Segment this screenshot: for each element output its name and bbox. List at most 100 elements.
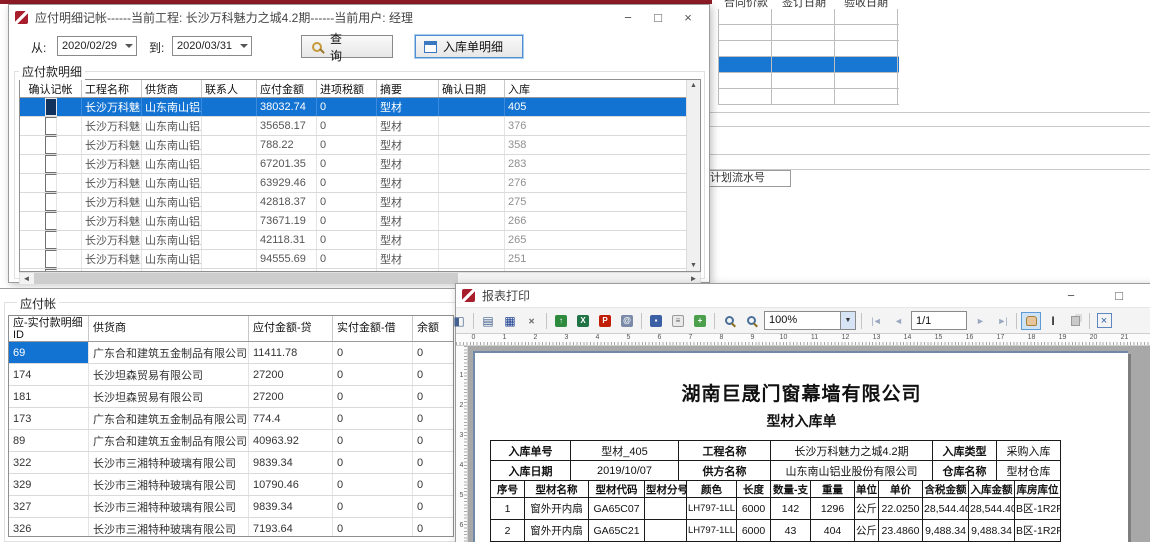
minimize-button[interactable]: − [1056, 288, 1086, 303]
scrollbar-thumb[interactable] [34, 273, 458, 284]
column-header[interactable]: 工程名称 [82, 80, 142, 97]
account-row[interactable]: 322 长沙市三湘特种玻璃有限公司 9839.34 0 0 [9, 452, 453, 474]
account-row[interactable]: 174 长沙坦森贸易有限公司 27200 0 0 [9, 364, 453, 386]
panel-toggle-icon[interactable]: ◧ [449, 312, 469, 330]
column-header: 验收日期 [844, 0, 888, 8]
chevron-down-icon: ▼ [840, 312, 855, 329]
payable-row[interactable]: 长沙万科魅力... 山东南山铝业... 35658.17 0 型材 376 [20, 117, 700, 136]
table-row[interactable] [718, 41, 899, 57]
hand-tool-icon[interactable] [1021, 312, 1041, 330]
confirm-checkbox[interactable] [45, 250, 57, 268]
pdf-export-icon[interactable]: P [595, 312, 615, 330]
account-row[interactable]: 326 长沙市三湘特种玻璃有限公司 7193.64 0 0 [9, 518, 453, 537]
account-row[interactable]: 329 长沙市三湘特种玻璃有限公司 10790.46 0 0 [9, 474, 453, 496]
copy-pages-icon[interactable] [1065, 312, 1085, 330]
confirm-checkbox[interactable] [45, 136, 57, 154]
page-number-input[interactable] [911, 311, 967, 330]
window-title: 应付明细记帐------当前工程: 长沙万科魅力之城4.2期------当前用户… [35, 9, 613, 26]
window-title: 报表打印 [482, 287, 1148, 304]
payable-row[interactable]: 长沙万科魅力... 山东南山铝业... 73671.19 0 型材 266 [20, 212, 700, 231]
account-row[interactable]: 327 长沙市三湘特种玻璃有限公司 9839.34 0 0 [9, 496, 453, 518]
column-header[interactable]: 联系人 [202, 80, 257, 97]
column-header[interactable]: 余额 [413, 316, 453, 341]
column-header[interactable]: 摘要 [377, 80, 439, 97]
close-preview-icon[interactable]: × [1094, 312, 1114, 330]
plan-serial-field[interactable]: 计划流水号 [703, 170, 791, 187]
from-date-combobox[interactable]: 2020/02/29 [57, 36, 137, 56]
account-row[interactable]: 69 广东合和建筑五金制品有限公司 11411.78 0 0 [9, 342, 453, 364]
print-icon[interactable]: ▤ [478, 312, 498, 330]
maximize-button[interactable]: □ [643, 10, 673, 25]
column-header[interactable]: 应付金额-贷 [249, 316, 333, 341]
payable-detail-window: 应付明细记帐------当前工程: 长沙万科魅力之城4.2期------当前用户… [8, 4, 710, 283]
email-icon[interactable]: @ [617, 312, 637, 330]
account-row[interactable]: 173 广东合和建筑五金制品有限公司 774.4 0 0 [9, 408, 453, 430]
page-setup-icon[interactable]: ▦ [500, 312, 520, 330]
column-header[interactable]: 应付金额 [257, 80, 317, 97]
chevron-down-icon [240, 44, 248, 52]
text-select-icon[interactable]: I [1043, 312, 1063, 330]
payable-row[interactable]: 长沙万科魅力... 山东南山铝业... 38032.74 0 型材 405 [20, 98, 700, 117]
maximize-button[interactable]: □ [1104, 288, 1134, 303]
confirm-checkbox[interactable] [45, 155, 57, 173]
first-page-button[interactable]: |◄ [866, 312, 886, 330]
next-page-button[interactable]: ► [970, 312, 990, 330]
table-row[interactable] [718, 89, 899, 105]
column-header[interactable]: 供货商 [142, 80, 202, 97]
app-icon [462, 289, 475, 302]
search-icon [312, 42, 322, 52]
preview-canvas[interactable]: 湖南巨晟门窗幕墙有限公司 型材入库单 入库单号型材_405 工程名称长沙万科魅力… [468, 346, 1150, 542]
payable-row[interactable]: 长沙万科魅力... 山东南山铝业... 42118.31 0 型材 265 [20, 231, 700, 250]
title-bar[interactable]: 报表打印 − □ × [456, 284, 1150, 308]
confirm-checkbox[interactable] [45, 98, 57, 116]
column-header[interactable]: 实付金额-借 [333, 316, 413, 341]
excel-export-icon[interactable]: X [573, 312, 593, 330]
column-header[interactable]: 供货商 [89, 316, 249, 341]
save-icon[interactable]: ▪ [646, 312, 666, 330]
settings-icon[interactable]: + [522, 312, 542, 330]
to-date-combobox[interactable]: 2020/03/31 [172, 36, 252, 56]
app-icon [15, 11, 28, 24]
column-header[interactable]: 入库 [505, 80, 700, 97]
confirm-checkbox[interactable] [45, 174, 57, 192]
query-button[interactable]: 查询 [301, 35, 393, 58]
table-row[interactable] [718, 9, 899, 25]
title-bar[interactable]: 应付明细记帐------当前工程: 长沙万科魅力之城4.2期------当前用户… [9, 5, 709, 29]
vertical-scrollbar[interactable]: ▲▼ [686, 80, 700, 271]
confirm-checkbox[interactable] [45, 231, 57, 249]
add-grid-icon[interactable]: + [690, 312, 710, 330]
payable-row[interactable]: 长沙万科魅力... 山东南山铝业... 67201.35 0 型材 283 [20, 155, 700, 174]
document-icon[interactable]: ≡ [668, 312, 688, 330]
zoom-level-combobox[interactable]: 100%▼ [764, 311, 856, 330]
scroll-left-icon[interactable]: ◄ [20, 273, 33, 284]
export-icon[interactable]: ↑ [551, 312, 571, 330]
close-button[interactable]: × [673, 10, 703, 25]
payable-row[interactable]: 长沙万科魅力... 山东南山铝业... 63929.46 0 型材 276 [20, 174, 700, 193]
inbound-detail-button[interactable]: 入库单明细 [415, 35, 523, 58]
payable-row[interactable]: 长沙万科魅力... 山东南山铝业... 42818.37 0 型材 275 [20, 193, 700, 212]
payable-row[interactable]: 长沙万科魅力... 山东南山铝业... 94555.69 0 型材 251 [20, 250, 700, 269]
table-row-selected[interactable] [718, 57, 899, 73]
column-header[interactable]: 应-实付款明细ID [9, 316, 89, 341]
column-header[interactable]: 确认记帐 [20, 80, 82, 97]
report-detail-table: 序号型材名称型材代码型材分号颜色长度数量-支重量单位单价含税金额入库金额库房库位… [490, 480, 1061, 542]
zoom-out-icon[interactable] [741, 312, 761, 330]
account-row[interactable]: 181 长沙坦森贸易有限公司 27200 0 0 [9, 386, 453, 408]
scroll-up-icon: ▲ [690, 82, 697, 89]
info-row: 入库单号型材_405 工程名称长沙万科魅力之城4.2期 入库类型采购入库 [491, 441, 1061, 461]
confirm-checkbox[interactable] [45, 117, 57, 135]
report-company-title: 湖南巨晟门窗幕墙有限公司 [475, 379, 1128, 406]
payable-row[interactable]: 长沙万科魅力... 山东南山铝业... 788.22 0 型材 358 [20, 136, 700, 155]
table-row[interactable] [718, 73, 899, 89]
detail-header-row: 序号型材名称型材代码型材分号颜色长度数量-支重量单位单价含税金额入库金额库房库位 [491, 481, 1061, 498]
confirm-checkbox[interactable] [45, 212, 57, 230]
column-header[interactable]: 进项税额 [317, 80, 377, 97]
column-header[interactable]: 确认日期 [439, 80, 505, 97]
previous-page-button[interactable]: ◄ [888, 312, 908, 330]
table-row[interactable] [718, 25, 899, 41]
minimize-button[interactable]: − [613, 10, 643, 25]
last-page-button[interactable]: ►| [992, 312, 1012, 330]
zoom-in-icon[interactable] [719, 312, 739, 330]
account-row[interactable]: 89 广东合和建筑五金制品有限公司 40963.92 0 0 [9, 430, 453, 452]
confirm-checkbox[interactable] [45, 193, 57, 211]
